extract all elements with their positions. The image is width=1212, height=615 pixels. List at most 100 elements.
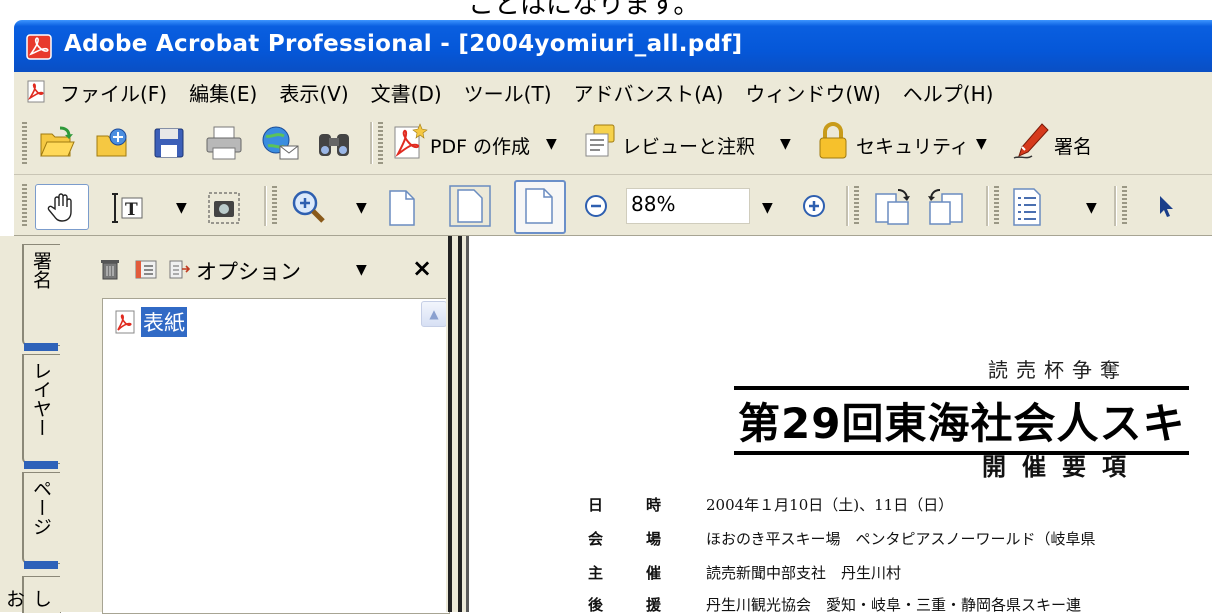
- fit-width-button[interactable]: [514, 180, 566, 234]
- splitter-line: [448, 236, 452, 612]
- hand-tool-button[interactable]: [35, 184, 89, 230]
- expand-bookmark-icon[interactable]: [168, 258, 190, 280]
- panel-toolbar: オプション ▼ ×: [60, 236, 446, 296]
- review-comment-icon[interactable]: [582, 122, 618, 162]
- menu-file[interactable]: ファイル(F): [60, 78, 167, 107]
- svg-text:T: T: [125, 200, 138, 220]
- tab-bookmarks-label: しお: [3, 588, 52, 608]
- tab-layers-label: レイヤー: [30, 361, 52, 437]
- tab-layers[interactable]: レイヤー: [22, 354, 61, 469]
- bookmark-label[interactable]: 表紙: [141, 307, 187, 337]
- toolbar-grip[interactable]: [854, 186, 859, 226]
- toolbar-grip[interactable]: [22, 184, 27, 226]
- hand-icon: [47, 193, 72, 222]
- tab-bookmarks[interactable]: しお: [3, 576, 61, 613]
- rotate-counterclockwise-icon[interactable]: [926, 186, 966, 228]
- new-bookmark-icon[interactable]: [134, 258, 158, 280]
- panel-splitter[interactable]: [446, 236, 466, 612]
- info-key-1: 会: [588, 530, 604, 548]
- menu-window[interactable]: ウィンドウ(W): [745, 78, 880, 107]
- sign-label[interactable]: 署名: [1054, 132, 1092, 159]
- page-layout-dropdown-arrow[interactable]: ▼: [1086, 200, 1097, 216]
- menu-edit[interactable]: 編集(E): [189, 78, 257, 107]
- page-layout-icon[interactable]: [1010, 186, 1044, 228]
- select-text-icon[interactable]: T: [108, 190, 146, 226]
- scroll-up-button[interactable]: ▲: [421, 301, 447, 327]
- menu-bar: ファイル(F) 編集(E) 表示(V) 文書(D) ツール(T) アドバンスト(…: [14, 72, 1212, 113]
- actual-size-icon[interactable]: [386, 188, 418, 228]
- sign-pen-icon[interactable]: [1012, 120, 1052, 162]
- menu-help[interactable]: ヘルプ(H): [903, 78, 994, 107]
- toolbar-grip[interactable]: [22, 122, 27, 164]
- toolbar-grip[interactable]: [272, 186, 277, 226]
- info-key-2: 場: [646, 530, 662, 548]
- title-bar: Adobe Acrobat Professional - [2004yomiur…: [14, 20, 1212, 72]
- toolbar-separator: [986, 186, 989, 226]
- toolbar-separator: [370, 122, 373, 164]
- toolbar-separator: [264, 186, 267, 226]
- toolbar-separator: [846, 186, 849, 226]
- options-label[interactable]: オプション: [196, 256, 301, 286]
- zoom-out-icon[interactable]: [584, 194, 608, 218]
- menu-advanced[interactable]: アドバンスト(A): [574, 78, 724, 107]
- pdf-page-icon: [115, 310, 135, 334]
- info-key-2: 催: [646, 564, 662, 582]
- toolbar-separator: [1114, 186, 1117, 226]
- info-key-1: 日: [588, 496, 604, 514]
- review-dropdown-arrow[interactable]: ▼: [780, 136, 791, 152]
- close-panel-button[interactable]: ×: [412, 254, 432, 282]
- tab-pages-label: ページ: [30, 479, 52, 536]
- open-folder-icon[interactable]: [38, 124, 76, 162]
- snapshot-camera-icon[interactable]: [206, 190, 242, 226]
- splitter-line: [458, 236, 462, 612]
- zoom-dropdown-arrow[interactable]: ▼: [762, 200, 773, 216]
- create-pdf-label[interactable]: PDF の作成: [430, 132, 530, 159]
- rotate-clockwise-icon[interactable]: [872, 186, 912, 228]
- info-key-2: 時: [646, 496, 662, 514]
- email-globe-icon[interactable]: [260, 124, 300, 162]
- zoom-input[interactable]: [627, 189, 745, 219]
- info-value: 読売新聞中部支社 丹生川村: [706, 564, 902, 582]
- tab-pages[interactable]: ページ: [22, 472, 61, 569]
- document-menu-icon[interactable]: [24, 79, 50, 105]
- document-subtitle: 読売杯争奪: [988, 358, 1128, 382]
- toolbar-grip[interactable]: [994, 186, 999, 226]
- document-heading: 開催要項: [982, 452, 1142, 481]
- toolbar-grip[interactable]: [378, 122, 383, 164]
- zoom-field[interactable]: [626, 188, 750, 224]
- menu-view[interactable]: 表示(V): [279, 78, 348, 107]
- tab-signatures-label: 署名: [30, 251, 52, 289]
- create-pdf-dropdown-arrow[interactable]: ▼: [546, 136, 557, 152]
- info-key-1: 主: [588, 564, 604, 582]
- info-value: ほおのき平スキー場 ペンタピアスノーワールド（岐阜県: [706, 530, 1096, 548]
- organizer-icon[interactable]: [94, 124, 132, 162]
- security-label[interactable]: セキュリティ: [856, 132, 969, 159]
- zoom-in-icon[interactable]: [802, 194, 826, 218]
- create-pdf-icon[interactable]: [392, 122, 428, 162]
- bookmark-tree: 表紙 ▲: [102, 298, 450, 614]
- fit-page-icon[interactable]: [448, 184, 492, 228]
- security-dropdown-arrow[interactable]: ▼: [976, 136, 987, 152]
- toolbar-grip[interactable]: [1122, 186, 1127, 226]
- menu-document[interactable]: 文書(D): [371, 78, 442, 107]
- tab-signatures[interactable]: 署名: [22, 244, 61, 351]
- zoom-in-magnifier-icon[interactable]: [290, 188, 328, 226]
- select-dropdown-arrow[interactable]: ▼: [176, 200, 187, 216]
- delete-trash-icon[interactable]: [100, 258, 120, 280]
- fit-width-icon: [525, 188, 553, 224]
- window-title: Adobe Acrobat Professional - [2004yomiur…: [64, 31, 743, 57]
- review-label[interactable]: レビューと注釈: [622, 132, 755, 159]
- zoom-tool-dropdown-arrow[interactable]: ▼: [356, 200, 367, 216]
- tab-accent: [24, 461, 58, 469]
- save-icon[interactable]: [152, 126, 186, 160]
- print-icon[interactable]: [204, 124, 244, 162]
- bookmarks-panel: オプション ▼ × 表紙 ▲: [60, 236, 450, 614]
- bookmark-item[interactable]: 表紙: [113, 307, 187, 337]
- options-dropdown-arrow[interactable]: ▼: [356, 262, 367, 278]
- search-binoculars-icon[interactable]: [316, 126, 352, 160]
- select-arrow-icon[interactable]: [1156, 194, 1176, 220]
- security-lock-icon[interactable]: [816, 120, 850, 162]
- menu-tools[interactable]: ツール(T): [464, 78, 552, 107]
- caption-text: ことはになります。: [468, 0, 700, 20]
- file-toolbar: PDF の作成 ▼ レビューと注釈 ▼ セキュリティ ▼ 署名: [14, 112, 1212, 175]
